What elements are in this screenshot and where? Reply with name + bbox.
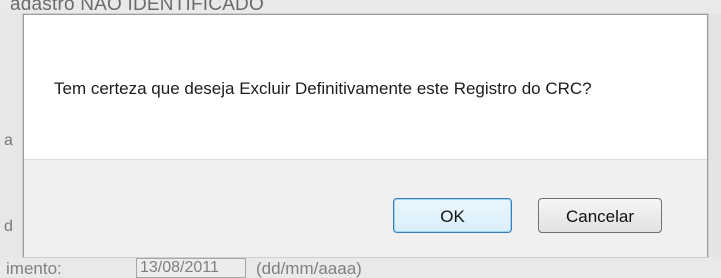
ok-button[interactable]: OK <box>393 198 512 233</box>
background-right-edge <box>708 14 721 258</box>
background-left-text: a <box>4 132 13 149</box>
confirm-dialog: Tem certeza que deseja Excluir Definitiv… <box>23 14 708 257</box>
date-format-hint: (dd/mm/aaaa) <box>256 259 362 278</box>
dialog-body: Tem certeza que deseja Excluir Definitiv… <box>24 15 707 159</box>
cancel-button[interactable]: Cancelar <box>538 198 662 233</box>
screen: adastro NAO IDENTIFICADO a d imento: 13/… <box>0 0 721 278</box>
dialog-footer: OK Cancelar <box>24 159 707 257</box>
dialog-message: Tem certeza que deseja Excluir Definitiv… <box>54 79 592 98</box>
date-field[interactable]: 13/08/2011 <box>136 258 246 278</box>
background-left-edge: a d <box>0 14 23 258</box>
background-date-row: imento: 13/08/2011 (dd/mm/aaaa) <box>0 257 721 278</box>
date-label: imento: <box>6 259 62 278</box>
background-left-text: d <box>4 218 13 235</box>
